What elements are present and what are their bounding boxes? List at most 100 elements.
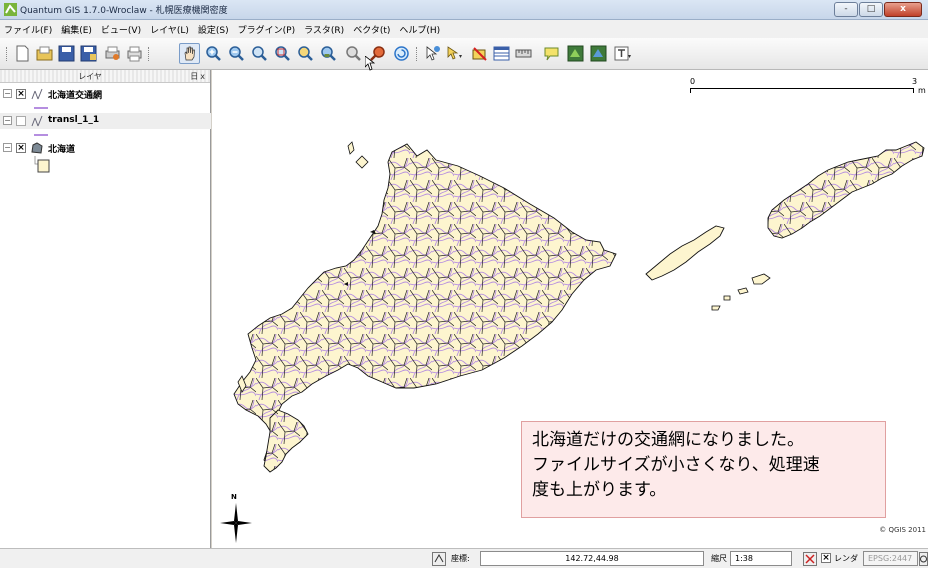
minimize-button[interactable]: -	[834, 2, 858, 17]
select-button[interactable]	[446, 45, 463, 62]
callout-line: ファイルサイズが小さくなり、処理速	[532, 455, 820, 475]
map-canvas[interactable]: 0 3 m 北海道だけの交通網になりました。 ファイルサイズが小さくなり、処理速…	[212, 70, 928, 548]
collapse-toggle[interactable]: −	[3, 143, 12, 152]
printer-icon	[127, 46, 142, 62]
save-project-button[interactable]	[58, 45, 75, 62]
status-bar: 座標: 142.72,44.98 縮尺 1:38 × レンダ EPSG:2447	[0, 548, 928, 568]
zoom-last-icon	[346, 46, 361, 61]
zoom-to-layer-icon	[298, 46, 313, 61]
layer-visibility-checkbox[interactable]: ×	[16, 89, 26, 99]
compass-rose-icon	[220, 503, 252, 543]
minimize-icon: -	[844, 4, 848, 14]
open-project-button[interactable]	[36, 45, 53, 62]
layer-row-hokkaido[interactable]: − × 北海道	[0, 140, 211, 156]
zoom-out-button[interactable]	[228, 45, 245, 62]
coordinate-toggle-icon[interactable]	[432, 552, 446, 566]
ruler-icon	[515, 49, 532, 58]
menu-raster[interactable]: ラスタ(R)	[304, 23, 344, 36]
menu-help[interactable]: ヘルプ(H)	[399, 23, 440, 36]
layer-name: 北海道	[48, 145, 76, 155]
zoom-in-button[interactable]	[205, 45, 222, 62]
new-document-icon	[16, 45, 29, 62]
coordinate-label: 座標:	[451, 554, 470, 563]
measure-button[interactable]	[515, 45, 532, 62]
layer-visibility-checkbox[interactable]: ×	[16, 143, 26, 153]
menu-layer[interactable]: レイヤ(L)	[150, 23, 189, 36]
crs-field[interactable]: EPSG:2447	[863, 551, 918, 566]
identify-button[interactable]	[424, 45, 441, 62]
pan-button[interactable]	[179, 43, 200, 64]
refresh-button[interactable]	[393, 45, 410, 62]
close-icon: x	[900, 4, 906, 14]
refresh-icon	[394, 46, 409, 61]
toolbar-handle[interactable]	[416, 47, 420, 61]
zoom-to-selection-button[interactable]	[274, 45, 291, 62]
scale-field[interactable]: 1:38	[730, 551, 792, 566]
save-as-icon	[80, 45, 97, 62]
zoom-full-button[interactable]	[251, 45, 268, 62]
layers-panel: レイヤ 日x − × 北海道交通網 − × transl_1_1 − × 北海道	[0, 70, 211, 548]
scale-bar-start: 0	[690, 77, 696, 86]
zoom-to-layer-button[interactable]	[297, 45, 314, 62]
scale-bar-end: 3	[912, 77, 918, 86]
menu-plugins[interactable]: プラグイン(P)	[238, 23, 295, 36]
deselect-button[interactable]	[471, 45, 488, 62]
layer-legend-line	[34, 134, 48, 136]
layer-legend-polygon	[34, 156, 50, 173]
attribute-table-button[interactable]	[493, 45, 510, 62]
save-icon	[58, 45, 75, 62]
line-layer-icon	[31, 88, 43, 100]
toolbar-handle[interactable]	[148, 47, 152, 61]
menu-view[interactable]: ビュー(V)	[101, 23, 141, 36]
layer-visibility-checkbox[interactable]: ×	[16, 116, 26, 126]
render-label: レンダ	[834, 554, 858, 563]
close-button[interactable]: x	[884, 2, 922, 17]
print-composer-button[interactable]	[104, 45, 121, 62]
new-project-button[interactable]	[14, 45, 31, 62]
collapse-toggle[interactable]: −	[3, 89, 12, 98]
render-checkbox[interactable]: ×	[821, 553, 831, 563]
scale-bar-unit: m	[918, 86, 926, 95]
crs-settings-icon[interactable]	[919, 552, 928, 566]
zoom-in-icon	[206, 46, 221, 61]
text-annotation-icon	[614, 46, 631, 61]
deselect-icon	[472, 47, 487, 61]
zoom-last-button[interactable]	[345, 45, 362, 62]
menu-bar: ファイル(F) 編集(E) ビュー(V) レイヤ(L) 設定(S) プラグイン(…	[0, 20, 928, 38]
layer-row-transl[interactable]: − × transl_1_1	[0, 113, 211, 129]
title-bar: Quantum GIS 1.7.0-Wroclaw - 札幌医療機関密度 - □…	[0, 0, 928, 20]
hand-pan-icon	[184, 46, 195, 61]
zoom-native-button[interactable]	[320, 45, 337, 62]
new-bookmark-button[interactable]	[567, 45, 584, 62]
show-bookmarks-button[interactable]	[590, 45, 607, 62]
menu-edit[interactable]: 編集(E)	[61, 23, 92, 36]
north-label: N	[231, 493, 237, 501]
north-arrow: N	[220, 493, 252, 543]
save-as-button[interactable]	[80, 45, 97, 62]
menu-settings[interactable]: 設定(S)	[198, 23, 229, 36]
scale-label: 縮尺	[711, 554, 727, 563]
line-layer-icon	[31, 115, 43, 127]
collapse-toggle[interactable]: −	[3, 116, 12, 125]
scale-bar-line	[690, 88, 914, 93]
scale-bar: 0 3 m	[690, 77, 926, 101]
select-icon	[447, 46, 462, 60]
layer-row-hokkaido-transport[interactable]: − × 北海道交通網	[0, 86, 211, 102]
map-tips-button[interactable]	[543, 45, 560, 62]
text-annotation-button[interactable]	[614, 45, 631, 62]
maximize-icon: □	[866, 4, 876, 14]
main-toolbar	[0, 38, 928, 70]
arrow-cursor-icon	[364, 55, 376, 71]
open-folder-icon	[36, 46, 53, 61]
zoom-native-icon	[321, 46, 336, 61]
panel-float-close-buttons[interactable]: 日x	[190, 71, 207, 82]
print-button[interactable]	[126, 45, 143, 62]
layer-name: 北海道交通網	[48, 91, 103, 101]
menu-vector[interactable]: ベクタ(t)	[353, 23, 390, 36]
maximize-button[interactable]: □	[859, 2, 883, 17]
menu-file[interactable]: ファイル(F)	[4, 23, 52, 36]
coordinate-field[interactable]: 142.72,44.98	[480, 551, 704, 566]
toolbar-handle[interactable]	[6, 47, 10, 61]
stop-render-icon[interactable]	[803, 552, 817, 566]
identify-icon	[426, 46, 440, 61]
